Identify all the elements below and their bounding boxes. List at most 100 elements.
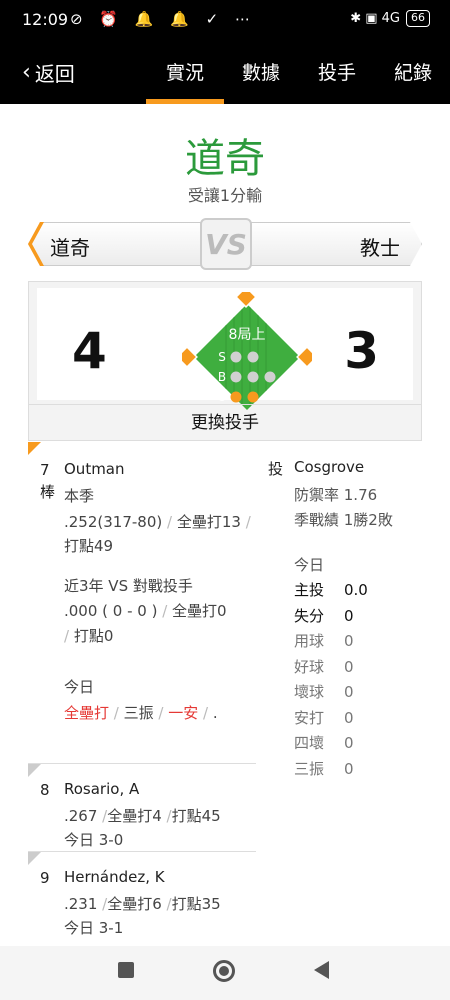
pitcher-stat-row: 安打 0 [294, 707, 404, 728]
tab-records[interactable]: 紀錄 [394, 58, 432, 85]
pitcher-stat-label: 壞球 [294, 683, 325, 701]
back-label: 返回 [34, 62, 75, 86]
today-result-4: . [212, 704, 218, 722]
batting-order: 8 [40, 781, 50, 799]
pitcher-stat-value: 0 [344, 708, 354, 727]
pitcher-label: 投 [268, 460, 284, 478]
pitcher-stat-value: 0 [344, 759, 354, 778]
chevron-left-icon: ‹ [22, 60, 31, 85]
field-infield [194, 304, 300, 410]
b-count-dot [264, 371, 276, 383]
today-result-3: 一安 [168, 704, 199, 722]
pitcher-stat-label: 四壞 [294, 734, 325, 752]
pitcher-stat-label: 三振 [294, 759, 325, 778]
score-panel: 4 3 8局上 S B O [37, 288, 413, 410]
vs-avg: .000 ( 0 - 0 ) [64, 602, 158, 620]
vs-pitcher-label: 近3年 VS 對戰投手 [64, 577, 193, 595]
scoreboard: 4 3 8局上 S B O 更換投手 [28, 281, 422, 441]
pitcher-stat-row: 用球 0 [294, 630, 404, 651]
tab-live[interactable]: 實況 [145, 58, 225, 104]
current-batter-marker [28, 442, 41, 455]
back-triangle-icon[interactable] [314, 961, 329, 979]
baseball-diamond: 8局上 S B O [182, 292, 312, 410]
o-count-dot [247, 391, 259, 403]
s-count-dot [230, 351, 242, 363]
vs-rbi: 打點0 [73, 627, 114, 645]
batter-stats: .267 /全壘打4 /打點45 [64, 807, 221, 825]
batter-marker [28, 852, 41, 865]
vs-rbi-line: / 打點0 [64, 627, 114, 645]
pitcher-stat-label: 用球 [294, 632, 325, 650]
pitcher-stat-label: 主投 [294, 581, 325, 599]
divider [29, 404, 421, 405]
inning-label: 8局上 [229, 327, 266, 343]
batter-rbi: 打點45 [171, 807, 221, 825]
pitcher-stat-row: 三振 0 [294, 758, 404, 779]
batter-name: Hernández, K [64, 868, 165, 886]
away-team-name: 道奇 [50, 236, 90, 260]
batter-card[interactable]: 8 Rosario, A .267 /全壘打4 /打點45 今日 3-0 [28, 764, 256, 852]
second-base-icon [235, 292, 257, 308]
pitcher-stat-value: 0 [344, 606, 354, 625]
result-team-title: 道奇 [185, 136, 265, 182]
matchup-bar: 道奇 教士 VS [28, 218, 422, 270]
battery-icon: 66 [406, 10, 430, 27]
today-results: 全壘打 / 三振 / 一安 / . [64, 704, 218, 722]
today-result-1: 全壘打 [64, 704, 110, 722]
pitcher-stat-row: 失分 0 [294, 605, 404, 626]
batter-card[interactable]: 9 Hernández, K .231 /全壘打6 /打點35 今日 3-1 [28, 852, 256, 946]
out-label: O [217, 390, 226, 404]
today-label: 今日 [64, 678, 95, 696]
batter-avg: .267 [64, 807, 98, 825]
status-bar: 12:09 ⊘ ⏰ 🔔 🔔 ✓ ⋯ ✱ ▣ 4G 66 [0, 0, 450, 40]
batting-order: 9 [40, 869, 50, 887]
away-score: 4 [72, 322, 107, 380]
vs-pitcher-stats: .000 ( 0 - 0 ) / 全壘打0 [64, 602, 227, 620]
pitcher-stat-row: 好球 0 [294, 656, 404, 677]
batter-rbi: 打點35 [171, 895, 221, 913]
pitcher-record: 季戰績 1勝2敗 [294, 511, 393, 529]
ball-label: B [218, 370, 226, 384]
system-icons: ✱ ▣ 4G 66 [350, 10, 430, 27]
pitcher-stat-row: 四壞 0 [294, 732, 404, 753]
home-score: 3 [344, 322, 379, 380]
pitcher-column: 投 Cosgrove 防禦率 1.76 季戰績 1勝2敗 今日 主投 0.0 失分 0… [257, 442, 422, 946]
batter-today: 今日 3-1 [64, 919, 124, 937]
pitcher-stat-value: 0 [344, 734, 354, 752]
home-team-name: 教士 [360, 236, 400, 260]
pitcher-stat-value: 0 [344, 632, 354, 650]
pitcher-stat-value: 0 [344, 683, 354, 701]
status-time: 12:09 [22, 10, 69, 29]
pitcher-stat-row: 主投 0.0 [294, 579, 404, 600]
vs-hr: 全壘打0 [172, 602, 227, 620]
app-header: ‹ 返回 實況 數據 投手 紀錄 [0, 40, 450, 104]
batters-column: 7 棒 Outman 本季 .252(317-80) / 全壘打13 / 打點4… [28, 442, 256, 946]
tab-stats[interactable]: 數據 [242, 58, 280, 85]
notification-icons: ⊘ ⏰ 🔔 🔔 ✓ ⋯ [70, 10, 257, 28]
pitcher-era: 防禦率 1.76 [294, 486, 378, 504]
pitcher-stat-label: 失分 [294, 606, 325, 625]
strike-label: S [218, 350, 226, 364]
batter-name: Outman [64, 460, 125, 478]
pitcher-stat-label: 好球 [294, 657, 325, 676]
batter-avg: .231 [64, 895, 98, 913]
home-icon[interactable] [213, 960, 235, 982]
pitcher-stat-label: 安打 [294, 708, 325, 727]
today-result-2: 三振 [123, 704, 154, 722]
current-batter-card[interactable]: 7 棒 Outman 本季 .252(317-80) / 全壘打13 / 打點4… [28, 442, 256, 764]
signal-icons: ✱ ▣ 4G [350, 11, 400, 26]
recent-apps-icon[interactable] [118, 962, 134, 978]
batter-hr: 全壘打4 [107, 807, 162, 825]
batter-stats: .231 /全壘打6 /打點35 [64, 895, 221, 913]
back-button[interactable]: ‹ 返回 [22, 58, 75, 87]
s-count-dot [247, 351, 259, 363]
season-rbi: 打點49 [64, 537, 114, 555]
pitcher-stat-value: 0 [344, 657, 354, 676]
batter-name: Rosario, A [64, 780, 140, 798]
pitcher-name[interactable]: Cosgrove [294, 458, 364, 476]
o-count-dot [230, 391, 242, 403]
pitcher-stat-row: 壞球 0 [294, 681, 404, 702]
result-subtitle: 受讓1分輸 [187, 186, 263, 205]
season-label: 本季 [64, 487, 95, 505]
tab-pitchers[interactable]: 投手 [318, 58, 356, 85]
